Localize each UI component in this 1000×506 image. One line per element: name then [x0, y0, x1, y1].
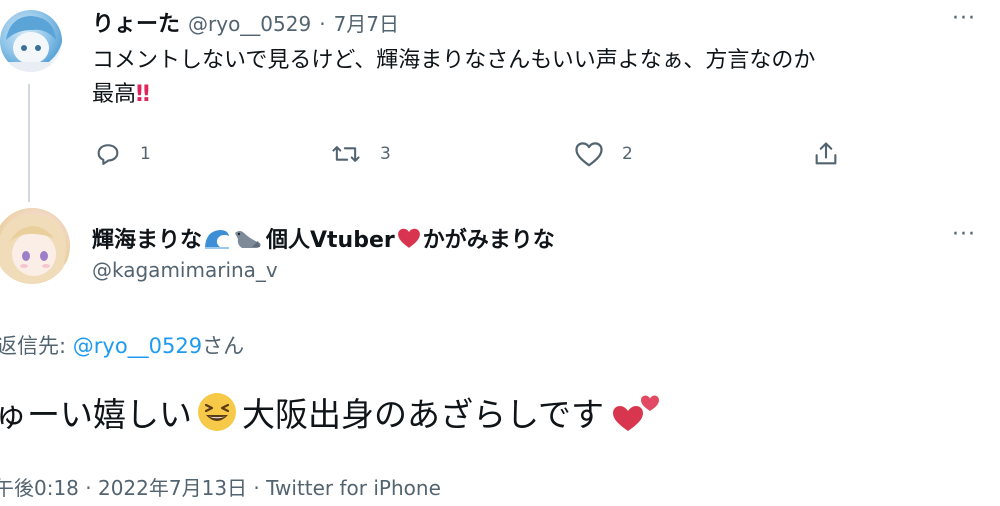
share-icon	[815, 142, 837, 165]
more-options-button[interactable]: ···	[952, 222, 976, 247]
tweet-text-line1: コメントしないで見るけど、輝海まりなさんもいい声よなぁ、方言なのか	[92, 48, 816, 73]
avatar[interactable]	[0, 208, 70, 284]
reply-icon	[97, 144, 119, 165]
main-tweet-header[interactable]: 輝海まりな 個人Vtuber かがみまりな	[92, 222, 555, 254]
main-tweet-text-part1: ゅーい嬉しい	[0, 395, 192, 434]
reply-button[interactable]: 1	[94, 140, 151, 168]
two-hearts-emoji	[613, 395, 660, 431]
laughing-emoji	[198, 393, 236, 431]
share-button[interactable]	[812, 140, 840, 168]
tweet-timestamp[interactable]: 午後0:18 · 2022年7月13日 · Twitter for iPhone	[0, 472, 441, 501]
wave-emoji	[205, 230, 230, 249]
reply-count: 1	[140, 144, 151, 164]
retweet-icon	[332, 146, 360, 162]
reply-to-handle-link[interactable]: @ryo__0529	[73, 334, 202, 358]
separator: ·	[319, 12, 326, 36]
reply-to-label: 返信先:	[0, 334, 73, 358]
like-count: 2	[622, 144, 633, 164]
handle[interactable]: @ryo__0529	[188, 12, 311, 36]
display-name-tag[interactable]: 個人Vtuber	[266, 222, 395, 254]
tweet-date[interactable]: 7月7日	[334, 8, 399, 37]
thread-line	[28, 84, 30, 202]
double-exclamation-emoji: ‼	[136, 82, 150, 107]
seal-emoji	[235, 231, 261, 248]
display-name[interactable]: りょーた	[92, 6, 180, 38]
tweet-text-line2: 最高	[92, 82, 137, 107]
tweet-text: コメントしないで見るけど、輝海まりなさんもいい声よなぁ、方言なのか 最高‼	[92, 44, 815, 112]
handle[interactable]: @kagamimarina_v	[92, 258, 278, 282]
display-name[interactable]: 輝海まりな	[92, 222, 202, 254]
avatar[interactable]	[0, 10, 62, 72]
more-options-button[interactable]: ···	[952, 6, 976, 31]
display-name-kana[interactable]: かがみまりな	[423, 222, 555, 254]
reply-tweet-header: りょーた @ryo__0529 · 7月7日	[92, 6, 399, 38]
reply-to-suffix: さん	[202, 334, 245, 358]
like-button[interactable]: 2	[574, 140, 633, 168]
retweet-count: 3	[380, 144, 391, 164]
main-tweet-text-part2: 大阪出身のあざらしです	[242, 395, 605, 434]
heart-emoji	[397, 228, 420, 248]
reply-to-line: 返信先: @ryo__0529さん	[0, 330, 244, 360]
retweet-button[interactable]: 3	[330, 140, 391, 168]
like-icon	[575, 142, 603, 167]
main-tweet-text: ゅーい嬉しい 大阪出身のあざらしです	[0, 388, 664, 436]
